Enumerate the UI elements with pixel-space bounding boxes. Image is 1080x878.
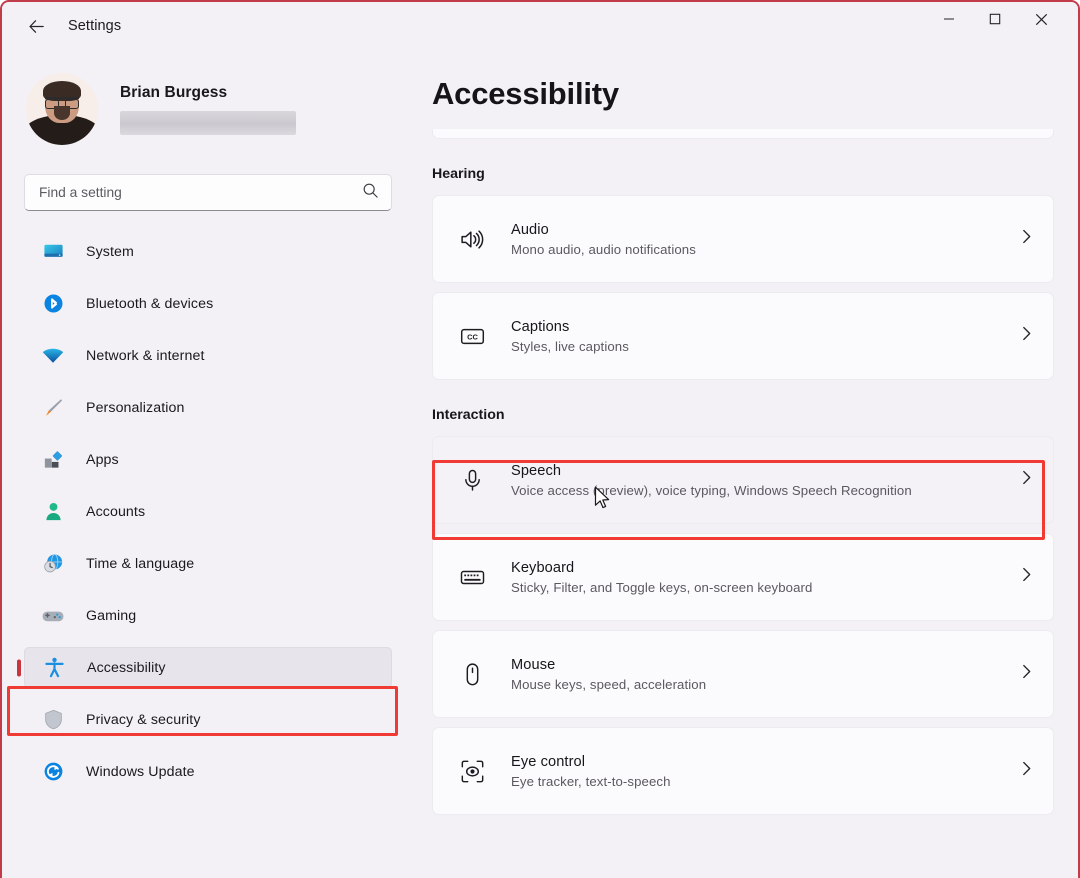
gamepad-icon — [40, 603, 66, 629]
sidebar: Brian Burgess Find a setting System Blue… — [2, 50, 414, 878]
back-arrow-icon — [28, 19, 44, 33]
keyboard-icon — [455, 560, 489, 594]
card-title: Keyboard — [511, 559, 575, 576]
avatar — [26, 73, 98, 145]
chevron-right-icon — [1018, 760, 1035, 782]
card-title: Eye control — [511, 753, 586, 770]
system-monitor-icon — [40, 239, 66, 265]
back-button[interactable] — [16, 9, 56, 43]
sidebar-item-apps[interactable]: Apps — [24, 439, 392, 480]
chevron-right-icon — [1018, 469, 1035, 491]
card-text: Mouse Mouse keys, speed, acceleration — [511, 657, 1008, 692]
card-title: Audio — [511, 221, 549, 238]
setting-card-mouse[interactable]: Mouse Mouse keys, speed, acceleration — [432, 630, 1054, 718]
minimize-icon — [944, 18, 954, 20]
profile-email-redacted — [120, 110, 296, 135]
closed-caption-icon: CC — [455, 319, 489, 353]
mouse-icon — [455, 657, 489, 691]
speaker-icon — [455, 222, 489, 256]
sidebar-item-label: System — [86, 243, 134, 260]
setting-card-audio[interactable]: Audio Mono audio, audio notifications — [432, 195, 1054, 283]
setting-card-eye-control[interactable]: Eye control Eye tracker, text-to-speech — [432, 727, 1054, 815]
sidebar-item-label: Accessibility — [87, 659, 166, 676]
apps-icon — [40, 447, 66, 473]
card-subtitle: Mono audio, audio notifications — [511, 241, 696, 257]
sidebar-item-label: Time & language — [86, 555, 195, 572]
card-title: Captions — [511, 318, 570, 335]
card-subtitle: Mouse keys, speed, acceleration — [511, 676, 707, 692]
sidebar-item-accessibility[interactable]: Accessibility — [24, 647, 392, 688]
card-text: Keyboard Sticky, Filter, and Toggle keys… — [511, 560, 1008, 595]
paintbrush-icon — [40, 395, 66, 421]
sidebar-item-bluetooth-devices[interactable]: Bluetooth & devices — [24, 283, 392, 324]
minimize-button[interactable] — [926, 2, 972, 36]
card-subtitle: Voice access (preview), voice typing, Wi… — [511, 482, 912, 498]
profile-name: Brian Burgess — [120, 83, 228, 101]
card-text: Audio Mono audio, audio notifications — [511, 222, 1008, 257]
chevron-right-icon — [1018, 663, 1035, 685]
card-title: Speech — [511, 462, 562, 479]
user-profile[interactable]: Brian Burgess — [24, 73, 392, 145]
wifi-icon — [40, 343, 66, 369]
maximize-icon — [989, 13, 1001, 25]
profile-info: Brian Burgess — [120, 84, 392, 135]
sidebar-item-network-internet[interactable]: Network & internet — [24, 335, 392, 376]
section-heading-interaction: Interaction — [432, 407, 505, 423]
clock-globe-icon — [40, 551, 66, 577]
microphone-icon — [455, 463, 489, 497]
close-button[interactable] — [1018, 2, 1064, 36]
main-content: Accessibility Hearing Audio Mono audio, … — [414, 50, 1078, 878]
scrolled-card-edge — [432, 129, 1054, 139]
bluetooth-icon — [40, 291, 66, 317]
page-title: Accessibility — [432, 76, 619, 111]
svg-text:CC: CC — [467, 332, 478, 341]
person-icon — [40, 499, 66, 525]
accessibility-icon — [41, 655, 67, 681]
sidebar-item-label: Accounts — [86, 503, 146, 520]
chevron-right-icon — [1018, 325, 1035, 347]
search-input[interactable] — [24, 174, 392, 211]
window-controls — [926, 2, 1078, 50]
sidebar-nav: System Bluetooth & devices Network & int… — [24, 231, 392, 792]
app-title: Settings — [68, 18, 122, 34]
settings-window: Settings Brian Burgess Find a setting Sy… — [0, 0, 1080, 878]
setting-card-speech[interactable]: Speech Voice access (preview), voice typ… — [432, 436, 1054, 524]
setting-card-captions[interactable]: CC Captions Styles, live captions — [432, 292, 1054, 380]
sidebar-item-system[interactable]: System — [24, 231, 392, 272]
title-bar: Settings — [2, 2, 1078, 50]
sidebar-item-privacy-security[interactable]: Privacy & security — [24, 699, 392, 740]
shield-icon — [40, 707, 66, 733]
card-title: Mouse — [511, 656, 556, 673]
sidebar-item-label: Gaming — [86, 607, 137, 624]
maximize-button[interactable] — [972, 2, 1018, 36]
sidebar-item-label: Apps — [86, 451, 119, 468]
chevron-right-icon — [1018, 228, 1035, 250]
sidebar-item-gaming[interactable]: Gaming — [24, 595, 392, 636]
sidebar-item-label: Network & internet — [86, 347, 205, 364]
card-text: Eye control Eye tracker, text-to-speech — [511, 754, 1008, 789]
sidebar-item-accounts[interactable]: Accounts — [24, 491, 392, 532]
card-subtitle: Sticky, Filter, and Toggle keys, on-scre… — [511, 579, 813, 595]
setting-card-keyboard[interactable]: Keyboard Sticky, Filter, and Toggle keys… — [432, 533, 1054, 621]
sidebar-item-label: Windows Update — [86, 763, 195, 780]
sidebar-item-label: Personalization — [86, 399, 185, 416]
sidebar-item-personalization[interactable]: Personalization — [24, 387, 392, 428]
section-heading-hearing: Hearing — [432, 166, 485, 182]
sidebar-item-time-language[interactable]: Time & language — [24, 543, 392, 584]
sidebar-item-label: Bluetooth & devices — [86, 295, 214, 312]
search-container — [24, 174, 392, 211]
card-text: Captions Styles, live captions — [511, 319, 1008, 354]
sidebar-item-windows-update[interactable]: Windows Update — [24, 751, 392, 792]
sidebar-item-label: Privacy & security — [86, 711, 201, 728]
windows-update-icon — [40, 759, 66, 785]
card-text: Speech Voice access (preview), voice typ… — [511, 463, 1008, 498]
eye-control-icon — [455, 754, 489, 788]
card-subtitle: Styles, live captions — [511, 338, 629, 354]
close-icon — [1035, 13, 1047, 25]
card-subtitle: Eye tracker, text-to-speech — [511, 773, 671, 789]
chevron-right-icon — [1018, 566, 1035, 588]
